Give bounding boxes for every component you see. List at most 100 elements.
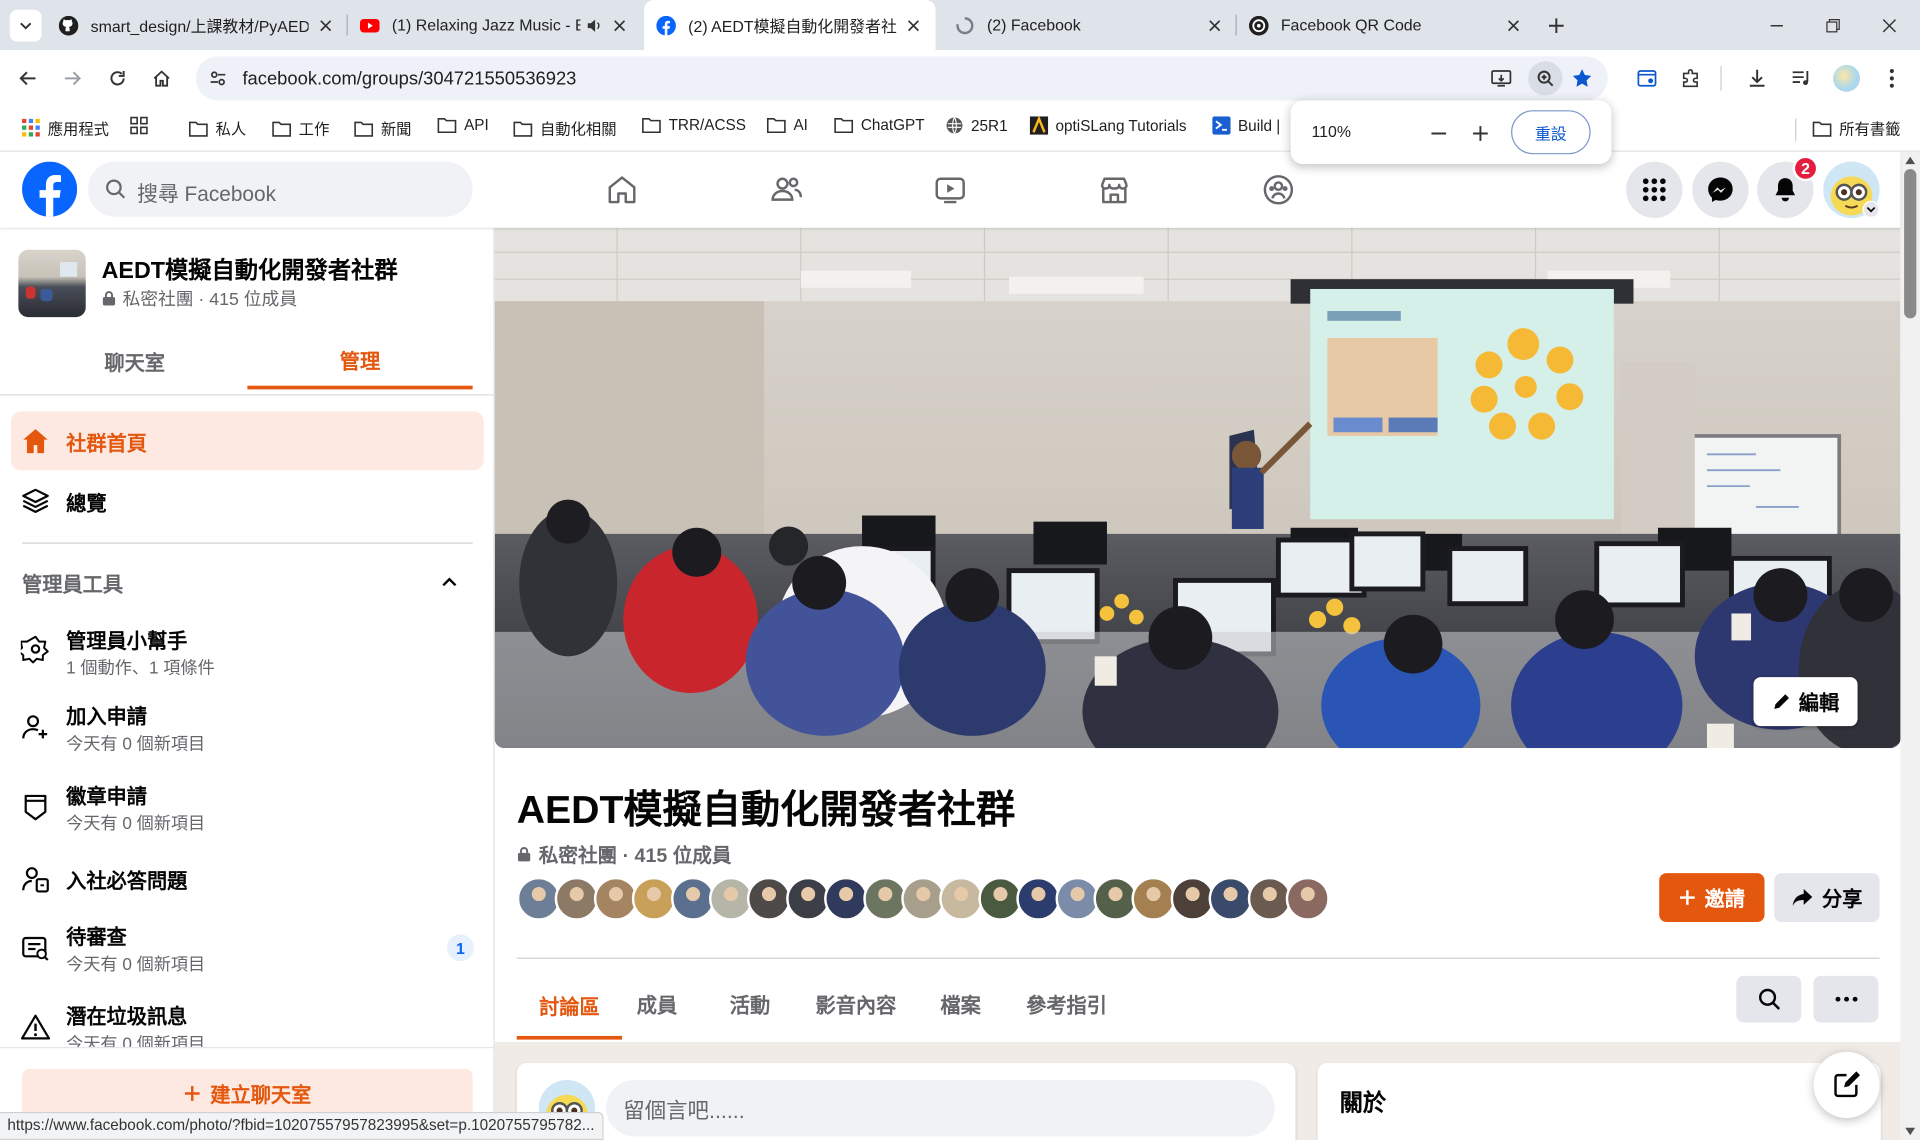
bookmark-work[interactable]: 工作 bbox=[272, 116, 329, 139]
bookmark-build[interactable]: Build | bbox=[1212, 116, 1280, 135]
tab-groups-icon[interactable] bbox=[130, 116, 156, 135]
create-chat-button[interactable]: 建立聊天室 bbox=[22, 1068, 473, 1118]
member-avatar[interactable] bbox=[1016, 876, 1061, 921]
page-scrollbar[interactable] bbox=[1900, 151, 1920, 1140]
speaker-icon[interactable] bbox=[585, 17, 602, 34]
extensions-icon[interactable] bbox=[1673, 60, 1710, 97]
zoom-reset-button[interactable]: 重設 bbox=[1511, 110, 1591, 155]
group-more-button[interactable] bbox=[1813, 975, 1879, 1023]
bookmark-chatgpt[interactable]: ChatGPT bbox=[834, 116, 925, 133]
home-button[interactable] bbox=[143, 60, 180, 97]
tab-members[interactable]: 成員 bbox=[637, 989, 677, 1018]
bookmark-news[interactable]: 新聞 bbox=[354, 116, 411, 139]
bookmark-25r1[interactable]: 25R1 bbox=[945, 116, 1008, 134]
media-control-icon[interactable] bbox=[1783, 60, 1820, 97]
nav-marketplace-button[interactable] bbox=[1087, 164, 1141, 215]
browser-tab-facebook[interactable]: (2) Facebook bbox=[943, 0, 1237, 50]
sidebar-item-admin-assist[interactable]: 管理員小幫手 1 個動作、1 項條件 bbox=[11, 617, 484, 686]
facebook-search-input[interactable]: 搜尋 Facebook bbox=[88, 161, 473, 217]
nav-groups-button[interactable] bbox=[1251, 164, 1305, 215]
close-icon[interactable] bbox=[316, 15, 336, 35]
tab-media[interactable]: 影音內容 bbox=[816, 989, 897, 1018]
reading-mode-icon[interactable] bbox=[1629, 60, 1666, 97]
tab-discussion[interactable]: 討論區 bbox=[516, 973, 623, 1040]
sidebar-item-badge-requests[interactable]: 徽章申請 今天有 0 個新項目 bbox=[11, 773, 484, 842]
forward-button[interactable] bbox=[54, 60, 91, 97]
composer-card: 留個言吧...... bbox=[516, 1062, 1296, 1140]
close-window-button[interactable] bbox=[1861, 0, 1917, 50]
group-search-button[interactable] bbox=[1736, 975, 1802, 1023]
nav-home-button[interactable] bbox=[595, 164, 649, 215]
close-icon[interactable] bbox=[904, 15, 924, 35]
close-icon[interactable] bbox=[610, 15, 630, 35]
profile-avatar[interactable] bbox=[1828, 60, 1865, 97]
sidebar-group-name[interactable]: AEDT模擬自動化開發者社群 bbox=[102, 252, 398, 285]
tab-search-button[interactable] bbox=[9, 9, 42, 42]
sidebar-item-label: 徽章申請 bbox=[66, 786, 147, 809]
facebook-logo[interactable] bbox=[22, 161, 78, 217]
restore-button[interactable] bbox=[1805, 0, 1861, 50]
sidebar-item-group-home[interactable]: 社群首頁 bbox=[11, 411, 484, 471]
member-avatar[interactable] bbox=[1285, 876, 1330, 921]
menu-icon[interactable] bbox=[1873, 60, 1910, 97]
bookmark-all[interactable]: 所有書籤 bbox=[1812, 116, 1900, 139]
member-avatar[interactable] bbox=[1208, 876, 1253, 921]
bookmark-ai[interactable]: AI bbox=[766, 116, 808, 133]
close-icon[interactable] bbox=[1205, 15, 1225, 35]
member-avatar[interactable] bbox=[824, 876, 869, 921]
sidebar-item-pending-review[interactable]: 待審查 今天有 0 個新項目 1 bbox=[11, 913, 484, 982]
bookmark-star-icon[interactable] bbox=[1570, 66, 1594, 90]
browser-tab-active[interactable]: (2) AEDT模擬自動化開發者社群 bbox=[644, 0, 936, 51]
bookmark-automation[interactable]: 自動化相關 bbox=[513, 116, 617, 139]
sidebar-item-join-requests[interactable]: 加入申請 今天有 0 個新項目 bbox=[11, 693, 484, 762]
zoom-icon[interactable] bbox=[1528, 61, 1563, 96]
account-dropdown-icon[interactable] bbox=[1862, 200, 1880, 218]
plus-icon bbox=[1680, 890, 1695, 905]
tab-events[interactable]: 活動 bbox=[730, 989, 770, 1018]
site-info-icon[interactable] bbox=[206, 66, 230, 90]
new-tab-button[interactable] bbox=[1540, 10, 1572, 42]
invite-button[interactable]: 邀請 bbox=[1659, 873, 1765, 923]
tab-chat[interactable]: 聊天室 bbox=[22, 333, 247, 389]
share-button[interactable]: 分享 bbox=[1774, 873, 1880, 923]
bookmark-label: TRR/ACSS bbox=[668, 116, 746, 134]
tab-admin[interactable]: 管理 bbox=[247, 333, 473, 390]
pencil-icon bbox=[1774, 694, 1789, 709]
back-button[interactable] bbox=[10, 60, 47, 97]
zoom-in-button[interactable] bbox=[1465, 118, 1497, 150]
composer-input[interactable]: 留個言吧...... bbox=[606, 1080, 1275, 1137]
address-bar[interactable]: facebook.com/groups/304721550536923 bbox=[195, 56, 1608, 101]
tab-guides[interactable]: 參考指引 bbox=[1026, 989, 1107, 1018]
bookmark-optislang[interactable]: optiSLang Tutorials bbox=[1029, 116, 1187, 135]
scrollbar-thumb[interactable] bbox=[1904, 168, 1917, 319]
member-avatar[interactable] bbox=[670, 876, 715, 921]
browser-tab-youtube[interactable]: (1) Relaxing Jazz Music - B bbox=[348, 0, 642, 50]
reload-button[interactable] bbox=[99, 60, 136, 97]
admin-tools-section-header[interactable]: 管理員工具 bbox=[22, 568, 473, 600]
download-icon[interactable] bbox=[1739, 60, 1776, 97]
group-thumbnail[interactable] bbox=[18, 249, 86, 318]
sidebar-item-overview[interactable]: 總覽 bbox=[11, 473, 484, 529]
search-icon bbox=[106, 179, 126, 199]
bookmark-private[interactable]: 私人 bbox=[189, 116, 246, 139]
bookmark-apps[interactable]: 應用程式 bbox=[22, 116, 109, 139]
share-arrow-icon bbox=[1792, 888, 1813, 907]
bookmark-trr-acss[interactable]: TRR/ACSS bbox=[642, 116, 746, 133]
close-icon[interactable] bbox=[1504, 15, 1524, 35]
menu-button[interactable] bbox=[1626, 161, 1683, 218]
install-app-icon[interactable] bbox=[1489, 66, 1513, 90]
edit-cover-button[interactable]: 編輯 bbox=[1753, 677, 1858, 727]
tab-files[interactable]: 檔案 bbox=[940, 989, 980, 1018]
sidebar-item-membership-questions[interactable]: 入社必答問題 bbox=[11, 855, 484, 904]
minimize-button[interactable] bbox=[1749, 0, 1805, 50]
messenger-button[interactable] bbox=[1692, 161, 1749, 218]
member-avatar[interactable] bbox=[632, 876, 677, 921]
nav-video-button[interactable] bbox=[923, 164, 977, 215]
cover-photo[interactable]: 編輯 bbox=[494, 227, 1901, 749]
zoom-out-button[interactable] bbox=[1423, 118, 1455, 150]
new-message-button[interactable] bbox=[1813, 1051, 1880, 1118]
nav-friends-button[interactable] bbox=[759, 164, 813, 215]
browser-tab-qr[interactable]: Facebook QR Code bbox=[1237, 0, 1536, 50]
bookmark-api[interactable]: API bbox=[437, 116, 489, 133]
browser-tab-github[interactable]: smart_design/上課教材/PyAEDT bbox=[47, 0, 348, 50]
